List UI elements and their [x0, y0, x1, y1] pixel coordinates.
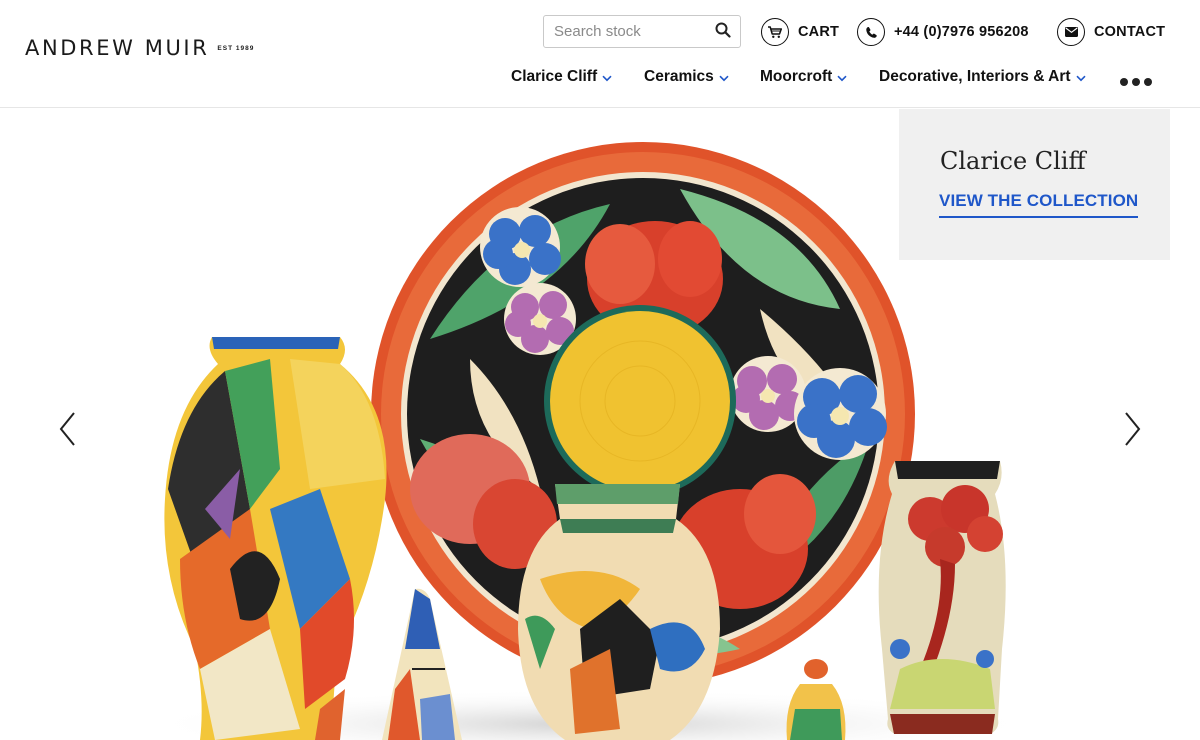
contact-link[interactable]: CONTACT — [1057, 18, 1165, 46]
chevron-down-icon — [602, 75, 612, 82]
hero-carousel: Clarice Cliff VIEW THE COLLECTION — [0, 109, 1200, 740]
phone-link[interactable]: +44 (0)7976 956208 — [857, 18, 1029, 46]
view-collection-link[interactable]: VIEW THE COLLECTION — [939, 191, 1139, 218]
search-input[interactable] — [544, 23, 704, 40]
logo-name: ANDREW MUIR — [25, 36, 210, 60]
nav-label: Clarice Cliff — [511, 68, 598, 85]
hero-caption-panel: Clarice Cliff VIEW THE COLLECTION — [899, 109, 1170, 260]
chevron-down-icon — [1075, 75, 1086, 82]
chevron-down-icon — [837, 75, 847, 82]
phone-icon — [857, 18, 885, 46]
site-header: ANDREW MUIR EST 1989 CART +44 (0)7976 95… — [0, 0, 1200, 108]
nav-label: Ceramics — [644, 68, 714, 85]
tall-vase — [164, 337, 387, 740]
nav-label: Decorative, Interiors & Art — [879, 68, 1071, 85]
nav-clarice-cliff[interactable]: Clarice Cliff — [511, 68, 612, 86]
cart-link[interactable]: CART — [761, 18, 839, 46]
dot — [1132, 78, 1140, 86]
site-logo[interactable]: ANDREW MUIR EST 1989 — [25, 36, 254, 60]
chevron-right-icon[interactable] — [1120, 409, 1144, 449]
tree-vase — [878, 461, 1006, 734]
cone-sifter — [382, 588, 462, 740]
nav-moorcroft[interactable]: Moorcroft — [760, 68, 847, 86]
hero-caption-title: Clarice Cliff — [940, 147, 1086, 175]
dot — [1120, 78, 1128, 86]
chevron-left-icon[interactable] — [56, 409, 80, 449]
phone-number: +44 (0)7976 956208 — [894, 24, 1029, 40]
search-box — [543, 15, 741, 48]
contact-label: CONTACT — [1094, 24, 1166, 40]
nav-ceramics[interactable]: Ceramics — [644, 68, 729, 86]
cart-icon — [761, 18, 789, 46]
envelope-icon — [1057, 18, 1085, 46]
chevron-down-icon — [719, 75, 729, 82]
sugar-shaker — [786, 659, 846, 740]
nav-label: Moorcroft — [760, 68, 833, 85]
logo-established: EST 1989 — [217, 45, 255, 52]
search-icon[interactable] — [715, 22, 731, 43]
more-dots-icon[interactable] — [1120, 78, 1152, 86]
nav-decorative-interiors-art[interactable]: Decorative, Interiors & Art — [879, 68, 1086, 86]
dot — [1144, 78, 1152, 86]
cart-label: CART — [798, 24, 840, 40]
